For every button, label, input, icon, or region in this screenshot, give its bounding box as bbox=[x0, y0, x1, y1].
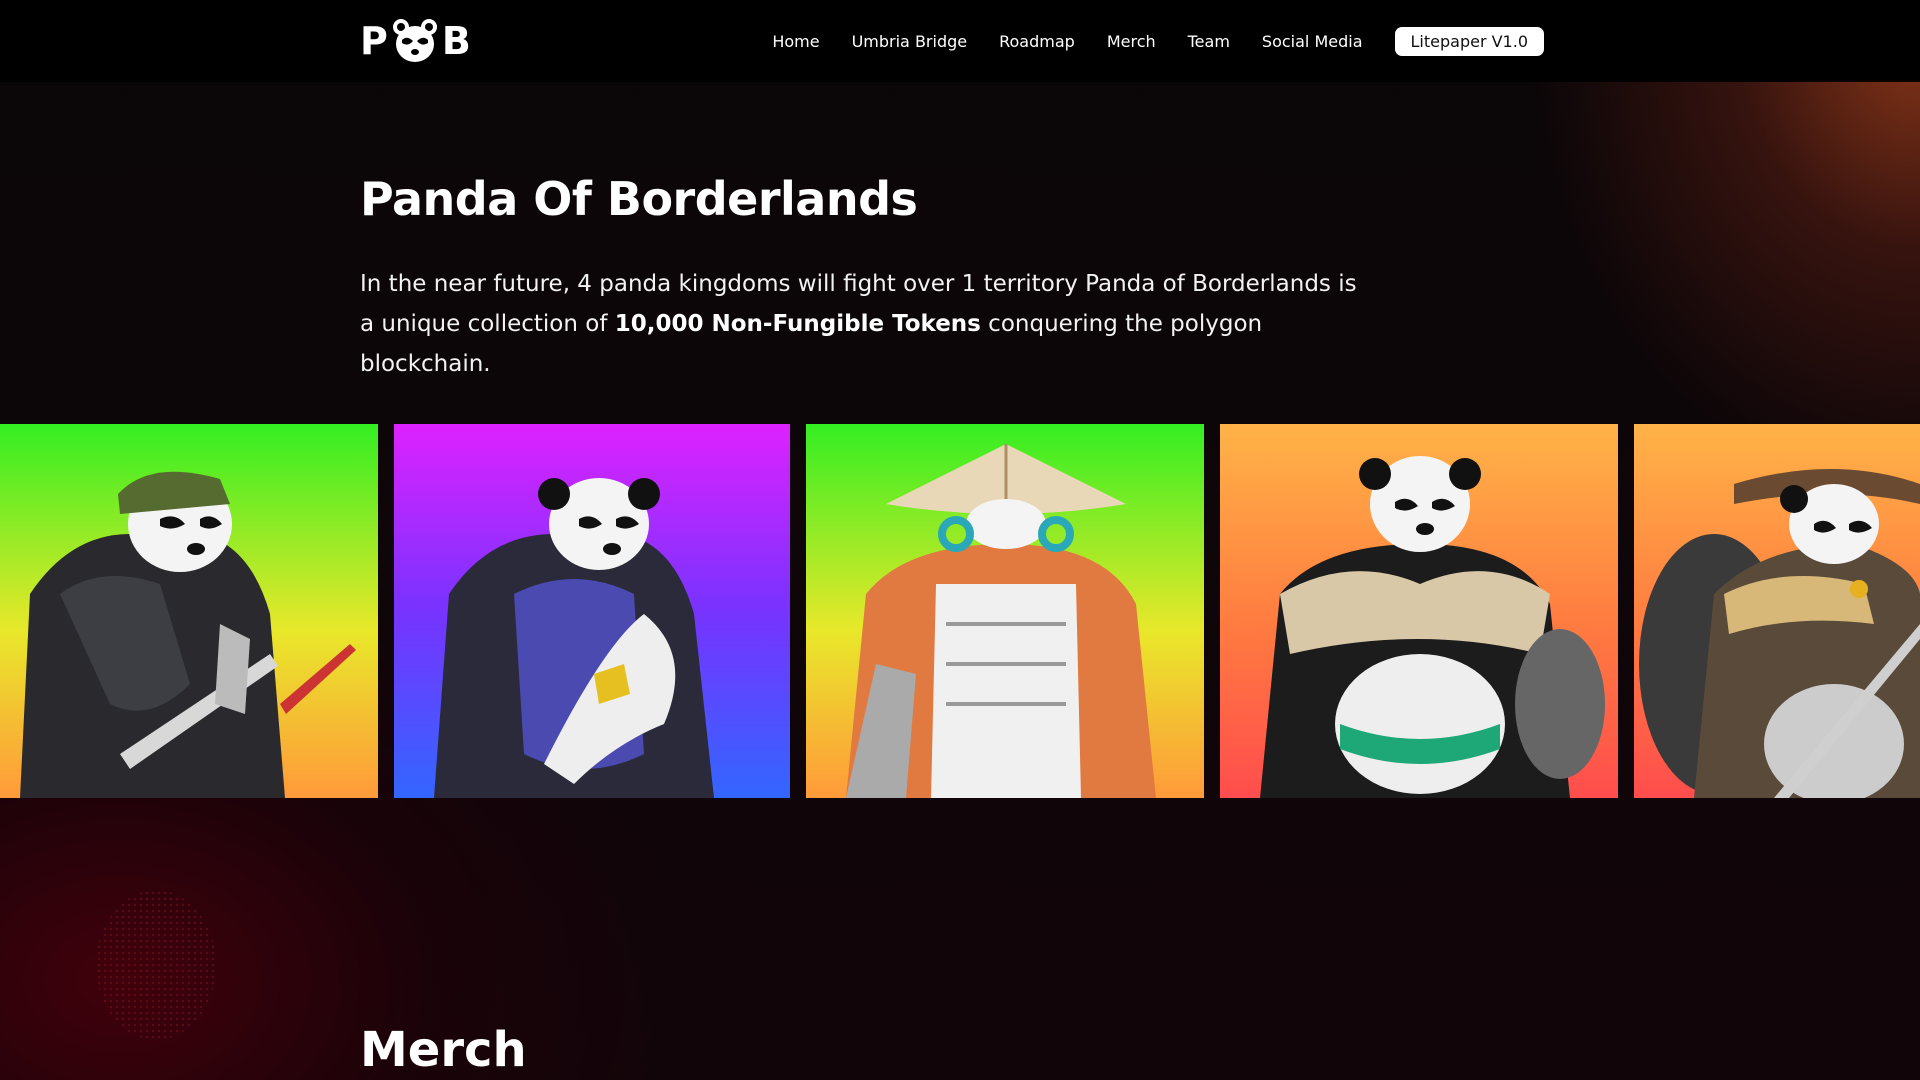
hero-description: In the near future, 4 panda kingdoms wil… bbox=[360, 264, 1360, 384]
panda-nft-purple-axe-image bbox=[394, 424, 790, 798]
nav-social-media[interactable]: Social Media bbox=[1262, 32, 1363, 51]
logo-letter-b: B bbox=[441, 19, 471, 63]
nav-roadmap[interactable]: Roadmap bbox=[999, 32, 1075, 51]
nft-gallery bbox=[0, 424, 1920, 798]
nav-merch[interactable]: Merch bbox=[1107, 32, 1156, 51]
nft-card-5[interactable] bbox=[1634, 424, 1920, 798]
logo-letter-p: P bbox=[360, 19, 388, 63]
nav-links: Home Umbria Bridge Roadmap Merch Team So… bbox=[772, 0, 1920, 82]
nft-card-4[interactable] bbox=[1220, 424, 1618, 798]
decorative-dot-pattern bbox=[96, 890, 216, 1040]
panda-nft-straw-hat-image bbox=[806, 424, 1204, 798]
nav-team[interactable]: Team bbox=[1188, 32, 1230, 51]
site-logo[interactable]: P B bbox=[360, 16, 471, 66]
hero-description-highlight: 10,000 Non-Fungible Tokens bbox=[614, 311, 981, 337]
merch-section-title: Merch bbox=[360, 1022, 527, 1078]
top-navbar: P B Home Umbria Bridge Roadmap Merch Tea… bbox=[0, 0, 1920, 82]
nft-card-2[interactable] bbox=[394, 424, 790, 798]
panda-nft-cowboy-hat-image bbox=[1634, 424, 1920, 798]
panda-nft-fur-collar-image bbox=[1220, 424, 1618, 798]
nav-umbria-bridge[interactable]: Umbria Bridge bbox=[852, 32, 968, 51]
panda-nft-green-cap-image bbox=[0, 424, 378, 798]
panda-head-icon bbox=[392, 19, 437, 62]
hero-title: Panda Of Borderlands bbox=[360, 172, 918, 226]
page: P B Home Umbria Bridge Roadmap Merch Tea… bbox=[0, 0, 1920, 1080]
nav-home[interactable]: Home bbox=[772, 32, 819, 51]
nft-card-3[interactable] bbox=[806, 424, 1204, 798]
litepaper-button[interactable]: Litepaper V1.0 bbox=[1394, 26, 1544, 56]
nft-card-1[interactable] bbox=[0, 424, 378, 798]
